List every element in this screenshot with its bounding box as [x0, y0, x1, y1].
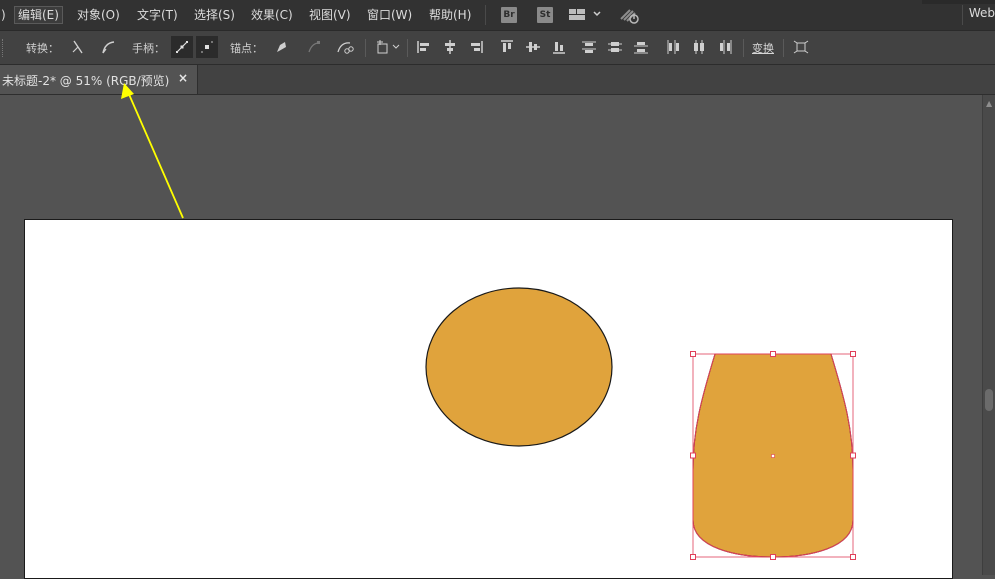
align-vcenter-icon[interactable] [522, 36, 544, 58]
align-hcenter-icon[interactable] [439, 36, 461, 58]
cut-path-icon[interactable] [334, 36, 356, 58]
menu-divider-right [962, 5, 963, 25]
convert-anchor-smooth-icon[interactable] [97, 36, 119, 58]
menu-effect[interactable]: 效果(C) [248, 6, 296, 24]
distribute-vcenter-icon[interactable] [604, 36, 626, 58]
align-right-icon[interactable] [465, 36, 487, 58]
artboard[interactable] [24, 219, 953, 579]
align-left-icon[interactable] [413, 36, 435, 58]
arrange-documents-icon[interactable] [568, 8, 604, 22]
menu-object[interactable]: 对象(O) [74, 6, 123, 24]
anchor-pen-icon[interactable] [270, 36, 292, 58]
isolate-icon[interactable] [790, 36, 812, 58]
distribute-hcenter-icon[interactable] [688, 36, 710, 58]
handles-label: 手柄： [132, 42, 165, 55]
menu-view[interactable]: 视图(V) [306, 6, 354, 24]
menu-edit[interactable]: 编辑(E) [14, 6, 63, 24]
document-tab-bar: 未标题-2* @ 51% (RGB/预览) × [0, 65, 995, 95]
control-divider [783, 39, 784, 57]
anchors-label: 锚点： [230, 42, 263, 55]
menu-help[interactable]: 帮助(H) [426, 6, 474, 24]
workspace-switcher-edge [922, 0, 995, 4]
control-divider [365, 39, 366, 57]
transform-panel-link[interactable]: 变换 [752, 40, 774, 56]
gpu-performance-icon[interactable] [618, 5, 642, 25]
menu-item-truncated[interactable]: ) [0, 6, 9, 24]
convert-label: 转换： [26, 42, 59, 55]
document-tab[interactable]: 未标题-2* @ 51% (RGB/预览) × [0, 65, 198, 94]
menu-select[interactable]: 选择(S) [191, 6, 238, 24]
vertical-scrollbar[interactable]: ▲ [982, 95, 995, 575]
document-tab-title: 未标题-2* @ 51% (RGB/预览) [2, 74, 170, 88]
convert-anchor-corner-icon[interactable] [67, 36, 89, 58]
connect-anchors-icon[interactable] [303, 36, 325, 58]
control-divider [407, 39, 408, 57]
distribute-left-icon[interactable] [662, 36, 684, 58]
hide-handles-icon[interactable] [196, 36, 218, 58]
control-bar: 转换： 手柄： 锚点： 变换 [0, 31, 995, 65]
distribute-bottom-icon[interactable] [630, 36, 652, 58]
close-icon[interactable]: × [178, 71, 188, 85]
workspace-switcher[interactable]: Web [969, 6, 995, 20]
bridge-icon[interactable]: Br [501, 7, 517, 23]
menu-divider [485, 5, 486, 25]
distribute-top-icon[interactable] [578, 36, 600, 58]
stock-icon[interactable]: St [537, 7, 553, 23]
menu-type[interactable]: 文字(T) [134, 6, 181, 24]
show-handles-icon[interactable] [171, 36, 193, 58]
menu-bar: ) 编辑(E) 对象(O) 文字(T) 选择(S) 效果(C) 视图(V) 窗口… [0, 0, 995, 31]
menu-window[interactable]: 窗口(W) [364, 6, 415, 24]
control-divider [743, 39, 744, 57]
transform-reference-icon[interactable] [374, 36, 404, 58]
align-top-icon[interactable] [496, 36, 518, 58]
scroll-up-icon[interactable]: ▲ [986, 99, 992, 108]
align-bottom-icon[interactable] [548, 36, 570, 58]
scrollbar-thumb[interactable] [985, 389, 993, 411]
distribute-right-icon[interactable] [714, 36, 736, 58]
control-bar-grip[interactable] [2, 39, 6, 57]
